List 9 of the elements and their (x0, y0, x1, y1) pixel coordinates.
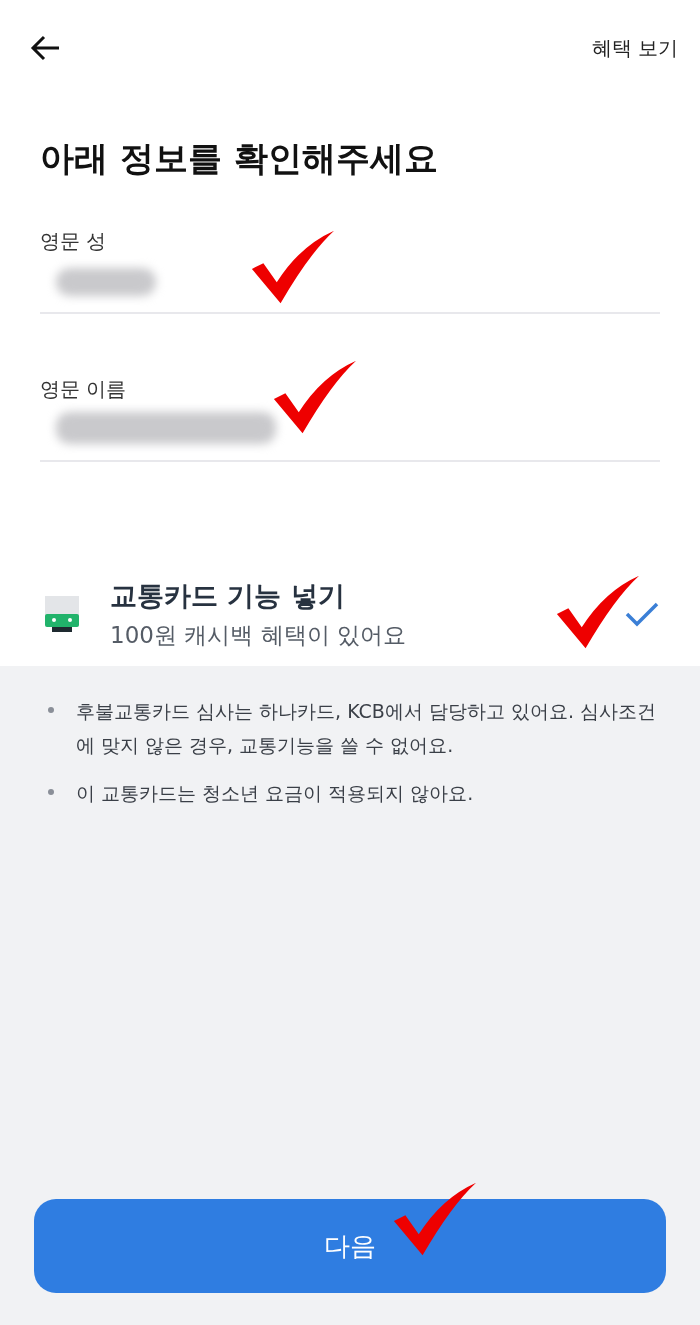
field-label: 영문 성 (40, 228, 108, 255)
option-subtitle: 100원 캐시백 혜택이 있어요 (110, 620, 407, 650)
note-text: 후불교통카드 심사는 하나카드, KCB에서 담당하고 있어요. 심사조건에 맞지 않은 경우, 교통기능을 쓸 수 없어요. (76, 699, 658, 758)
benefits-link[interactable]: 혜택 보기 (591, 34, 678, 62)
option-title: 교통카드 기능 넣기 (110, 578, 346, 613)
note-text: 이 교통카드는 청소년 요금이 적용되지 않아요. (76, 781, 474, 806)
field-label: 영문 이름 (40, 376, 128, 403)
next-button[interactable]: 다음 (34, 1199, 666, 1293)
page-title: 아래 정보를 확인해주세요 (40, 137, 439, 180)
